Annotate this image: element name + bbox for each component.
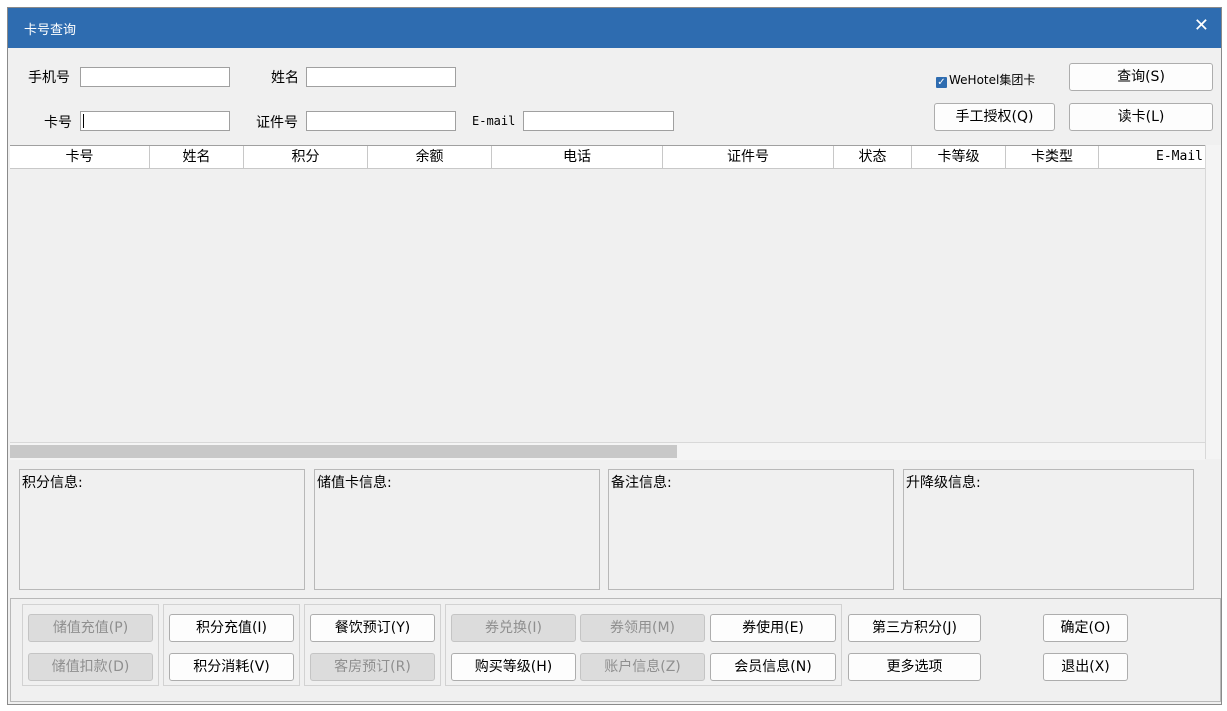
exit-button[interactable]: 退出(X) [1043, 653, 1128, 681]
name-label: 姓名 [271, 70, 299, 86]
name-input[interactable] [307, 68, 455, 86]
name-field[interactable] [306, 67, 456, 87]
card-query-window: 卡号查询 ✕ 手机号 姓名 卡号 证件号 E-mail ✓ WeHotel集团卡 … [7, 7, 1222, 705]
col-card-level[interactable]: 卡等级 [912, 146, 1006, 168]
stored-value-deduct-button[interactable]: 储值扣款(D) [28, 653, 153, 681]
manual-auth-button[interactable]: 手工授权(Q) [934, 103, 1055, 131]
table-header: 卡号 姓名 积分 余额 电话 证件号 状态 卡等级 卡类型 E-Mail [10, 146, 1205, 169]
remarks-info-label: 备注信息: [611, 475, 672, 491]
voucher-exchange-button[interactable]: 券兑换(I) [451, 614, 576, 642]
col-balance[interactable]: 余额 [368, 146, 492, 168]
email-input[interactable] [524, 112, 673, 130]
points-consume-button[interactable]: 积分消耗(V) [169, 653, 294, 681]
stored-value-info-panel: 储值卡信息: [314, 469, 600, 590]
vertical-scrollbar[interactable] [1205, 145, 1221, 459]
results-table[interactable]: 卡号 姓名 积分 余额 电话 证件号 状态 卡等级 卡类型 E-Mail [10, 145, 1205, 451]
member-info-button[interactable]: 会员信息(N) [710, 653, 836, 681]
buy-level-button[interactable]: 购买等级(H) [451, 653, 576, 681]
col-phone[interactable]: 电话 [492, 146, 663, 168]
voucher-use-button[interactable]: 券使用(E) [710, 614, 836, 642]
id-label: 证件号 [256, 115, 298, 131]
window-title: 卡号查询 [24, 23, 77, 38]
wehotel-checkbox-label: WeHotel集团卡 [949, 73, 1036, 87]
phone-label: 手机号 [28, 70, 70, 86]
points-recharge-button[interactable]: 积分充值(I) [169, 614, 294, 642]
close-icon[interactable]: ✕ [1194, 16, 1209, 36]
card-input[interactable] [81, 112, 229, 130]
col-id-number[interactable]: 证件号 [663, 146, 834, 168]
col-email[interactable]: E-Mail [1099, 146, 1205, 168]
col-card-number[interactable]: 卡号 [10, 146, 150, 168]
email-field[interactable] [523, 111, 674, 131]
card-label: 卡号 [44, 115, 72, 131]
remarks-info-panel: 备注信息: [608, 469, 894, 590]
col-card-type[interactable]: 卡类型 [1006, 146, 1099, 168]
voucher-claim-button[interactable]: 券领用(M) [580, 614, 705, 642]
account-info-button[interactable]: 账户信息(Z) [580, 653, 705, 681]
level-change-info-panel: 升降级信息: [903, 469, 1194, 590]
phone-field[interactable] [80, 67, 230, 87]
more-options-button[interactable]: 更多选项 [848, 653, 981, 681]
horizontal-scrollbar[interactable] [10, 442, 1205, 460]
email-label: E-mail [472, 114, 516, 128]
stored-value-info-label: 储值卡信息: [317, 475, 392, 491]
card-field[interactable] [80, 111, 230, 131]
text-caret [83, 114, 84, 128]
stored-value-recharge-button[interactable]: 储值充值(P) [28, 614, 153, 642]
phone-input[interactable] [81, 68, 229, 86]
wehotel-checkbox[interactable]: ✓ WeHotel集团卡 [936, 71, 1035, 88]
col-name[interactable]: 姓名 [150, 146, 244, 168]
points-info-label: 积分信息: [22, 475, 83, 491]
confirm-button[interactable]: 确定(O) [1043, 614, 1128, 642]
id-input[interactable] [307, 112, 455, 130]
horizontal-scroll-thumb[interactable] [10, 445, 677, 458]
col-points[interactable]: 积分 [244, 146, 368, 168]
room-booking-button[interactable]: 客房预订(R) [310, 653, 435, 681]
id-field[interactable] [306, 111, 456, 131]
dining-booking-button[interactable]: 餐饮预订(Y) [310, 614, 435, 642]
level-change-info-label: 升降级信息: [906, 475, 981, 491]
title-bar: 卡号查询 ✕ [8, 8, 1221, 48]
col-status[interactable]: 状态 [834, 146, 912, 168]
checkbox-checked-icon[interactable]: ✓ [936, 77, 947, 88]
points-info-panel: 积分信息: [19, 469, 305, 590]
read-card-button[interactable]: 读卡(L) [1069, 103, 1213, 131]
third-party-points-button[interactable]: 第三方积分(J) [848, 614, 981, 642]
query-button[interactable]: 查询(S) [1069, 63, 1213, 91]
